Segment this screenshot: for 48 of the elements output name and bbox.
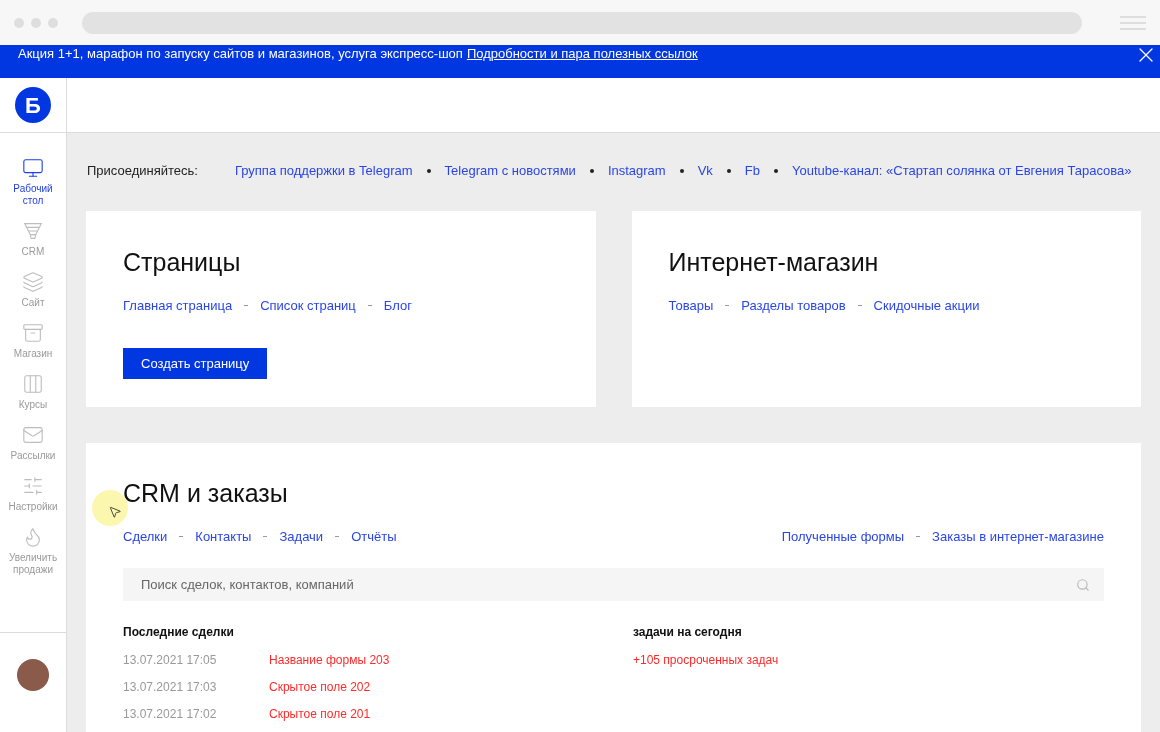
mail-icon	[22, 424, 44, 446]
nav-link[interactable]: Instagram	[607, 161, 666, 181]
nav-link[interactable]: Разделы товаров	[741, 295, 846, 315]
search-field[interactable]: Поиск сделок, контактов, компаний	[123, 568, 1104, 601]
nav-link[interactable]: Группа поддержки в Telegram	[234, 161, 413, 181]
archive-icon	[22, 322, 44, 344]
deal-link[interactable]: Название формы 203	[269, 651, 390, 678]
funnel-icon	[22, 220, 44, 242]
nav-link[interactable]: Задачи	[279, 526, 324, 546]
nav-link[interactable]: Главная страница	[123, 295, 233, 315]
deal-date: 13.07.2021 17:02	[123, 706, 218, 723]
layers-icon	[22, 271, 44, 293]
nav-link[interactable]: Заказы в интернет-магазине	[932, 526, 1104, 546]
nav-link[interactable]: Контакты	[195, 526, 252, 546]
card-title: CRM и заказы	[123, 478, 289, 509]
avatar[interactable]	[17, 659, 49, 691]
nav-link[interactable]: Telegram с новостями	[444, 161, 576, 181]
search-icon[interactable]	[1076, 578, 1090, 592]
monitor-icon	[22, 157, 44, 179]
nav-link[interactable]: Youtube-канал: «Стартап солянка от Евгения Тарасова»	[792, 161, 1132, 181]
deal-link[interactable]: Скрытое поле 201	[269, 705, 371, 732]
card-title: Страницы	[123, 247, 242, 278]
logo[interactable]: Б	[15, 87, 51, 123]
section-heading: Последние сделки	[123, 624, 235, 641]
nav-link[interactable]: Скидочные акции	[873, 295, 980, 315]
create-page-button[interactable]: Создать страницу	[123, 348, 268, 379]
nav-link[interactable]: Отчёты	[351, 526, 397, 546]
nav-link[interactable]: Товары	[668, 295, 714, 315]
deal-date: 13.07.2021 17:03	[123, 679, 218, 696]
nav-link[interactable]: Vk	[697, 161, 713, 181]
banner-text: Акция 1+1, марафон по запуску сайтов и магазинов, услуга экспресс-шоп	[18, 45, 463, 63]
sidebar-item[interactable]: Рабочий стол	[2, 157, 64, 207]
nav-link[interactable]: Сделки	[123, 526, 168, 546]
nav-link[interactable]: Блог	[383, 295, 412, 315]
cursor-icon	[108, 505, 122, 519]
settings-icon	[22, 475, 44, 497]
nav-link[interactable]: Полученные формы	[781, 526, 905, 546]
menu-icon[interactable]	[1120, 15, 1146, 30]
task-link[interactable]: +105 просроченных задач	[633, 651, 779, 669]
section-heading: задачи на сегодня	[633, 624, 743, 641]
deal-link[interactable]: Скрытое поле 202	[269, 678, 371, 705]
deal-date: 13.07.2021 17:05	[123, 652, 218, 669]
nav-link[interactable]: Список страниц	[260, 295, 356, 315]
nav-link[interactable]: Fb	[744, 161, 761, 181]
banner-link[interactable]: Подробности и пара полезных ссылок	[466, 44, 698, 64]
join-label: Присоединяйтесь:	[87, 162, 198, 181]
books-icon	[22, 373, 44, 395]
card-title: Интернет-магазин	[668, 247, 880, 278]
